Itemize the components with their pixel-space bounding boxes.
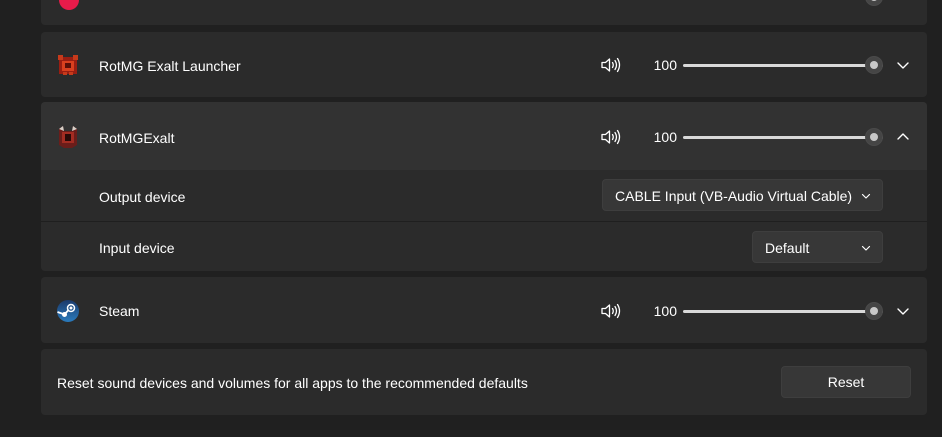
chevron-up-icon[interactable] xyxy=(893,127,913,147)
app-icon-partial xyxy=(59,0,79,10)
output-device-value: CABLE Input (VB-Audio Virtual Cable) xyxy=(615,188,853,204)
app-name-label: RotMGExalt xyxy=(99,130,175,146)
steam-icon xyxy=(57,300,79,322)
slider-thumb[interactable] xyxy=(865,0,883,6)
app-row-rotmg-exalt-launcher: RotMG Exalt Launcher 100 xyxy=(41,32,927,97)
chevron-down-icon xyxy=(861,193,871,199)
input-device-row: Input device Default xyxy=(41,222,927,271)
chevron-down-icon xyxy=(861,245,871,251)
input-device-dropdown[interactable]: Default xyxy=(752,231,883,263)
volume-value: 100 xyxy=(653,57,677,73)
slider-track xyxy=(683,136,883,139)
app-row-header[interactable]: RotMGExalt 100 xyxy=(41,102,927,170)
output-device-label: Output device xyxy=(99,189,186,205)
app-row-partial xyxy=(41,0,927,25)
reset-button[interactable]: Reset xyxy=(781,366,911,398)
chevron-down-icon[interactable] xyxy=(893,55,913,75)
speaker-icon[interactable] xyxy=(600,56,622,74)
slider-track xyxy=(683,310,883,313)
volume-value: 100 xyxy=(653,303,677,319)
speaker-icon[interactable] xyxy=(600,302,622,320)
app-row-steam: Steam 100 xyxy=(41,277,927,343)
volume-slider[interactable] xyxy=(683,56,883,74)
app-row-rotmgexalt: RotMGExalt 100 Output device CABLE Input… xyxy=(41,102,927,271)
rotmg-launcher-icon xyxy=(58,55,78,75)
app-name-label: Steam xyxy=(99,303,140,319)
volume-value: 100 xyxy=(653,129,677,145)
volume-slider[interactable] xyxy=(683,302,883,320)
speaker-icon[interactable] xyxy=(600,128,622,146)
volume-slider[interactable] xyxy=(683,128,883,146)
reset-description: Reset sound devices and volumes for all … xyxy=(57,375,528,391)
slider-thumb[interactable] xyxy=(865,56,883,74)
slider-track xyxy=(683,64,883,67)
output-device-row: Output device CABLE Input (VB-Audio Virt… xyxy=(41,170,927,222)
input-device-value: Default xyxy=(765,240,810,256)
slider-thumb[interactable] xyxy=(865,128,883,146)
volume-slider-partial[interactable] xyxy=(683,0,883,6)
chevron-down-icon[interactable] xyxy=(893,301,913,321)
rotmg-exalt-icon xyxy=(59,126,77,148)
reset-row: Reset sound devices and volumes for all … xyxy=(41,349,927,415)
output-device-dropdown[interactable]: CABLE Input (VB-Audio Virtual Cable) xyxy=(602,179,883,211)
app-name-label: RotMG Exalt Launcher xyxy=(99,58,241,74)
input-device-label: Input device xyxy=(99,240,175,256)
slider-thumb[interactable] xyxy=(865,302,883,320)
